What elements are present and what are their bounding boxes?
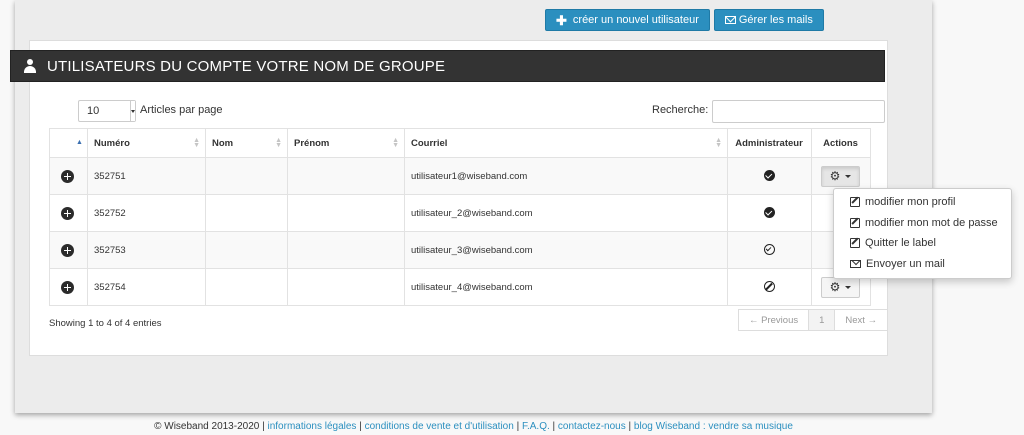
top-actions: ✚ créer un nouvel utilisateur Gérer les … <box>545 9 824 31</box>
envelope-icon <box>724 16 736 24</box>
menu-item-send-mail[interactable]: Envoyer un mail <box>834 254 1011 275</box>
cell-numero: 352754 <box>87 268 206 306</box>
cell-nom <box>205 268 288 306</box>
menu-item-edit-password[interactable]: modifier mon mot de passe <box>834 213 1011 234</box>
column-header-courriel[interactable]: Courriel ▲ ▼ <box>404 128 728 158</box>
expand-plus-icon[interactable] <box>61 169 74 183</box>
cell-prenom <box>287 268 405 306</box>
cell-prenom <box>287 231 405 269</box>
manage-mails-label: Gérer les mails <box>738 14 813 26</box>
manage-mails-button[interactable]: Gérer les mails <box>713 9 824 31</box>
expand-plus-icon[interactable] <box>61 243 74 257</box>
menu-item-edit-profile[interactable]: modifier mon profil <box>834 192 1011 213</box>
cell-admin <box>727 194 812 232</box>
footer-link-contact[interactable]: contactez-nous <box>558 421 626 432</box>
sort-icon: ▲ ▼ <box>715 137 722 149</box>
table-row: 352752 utilisateur_2@wiseband.com <box>49 194 871 232</box>
expand-plus-icon[interactable] <box>61 206 74 220</box>
table-row: 352753 utilisateur_3@wiseband.com <box>49 231 871 269</box>
cell-admin <box>727 157 812 195</box>
cell-prenom <box>287 194 405 232</box>
sort-icon: ▲ ▼ <box>275 137 282 149</box>
edit-icon <box>850 238 860 249</box>
check-circle-icon <box>763 207 775 219</box>
column-header-nom[interactable]: Nom ▲ ▼ <box>205 128 288 158</box>
page-length-label: Articles par page <box>140 104 223 116</box>
footer: © Wiseband 2013-2020 | informations léga… <box>154 421 793 432</box>
search-label: Recherche: <box>652 104 709 116</box>
cell-nom <box>205 194 288 232</box>
footer-link-legal[interactable]: informations légales <box>267 421 356 432</box>
menu-item-leave-label[interactable]: Quitter le label <box>834 233 1011 254</box>
table-row: 352754 utilisateur_4@wiseband.com ⚙ <box>49 268 871 306</box>
edit-icon <box>850 217 860 228</box>
envelope-icon <box>850 259 861 268</box>
create-user-button[interactable]: ✚ créer un nouvel utilisateur <box>545 9 710 31</box>
pagination: ← Previous 1 Next → <box>738 309 889 331</box>
page-number-button[interactable]: 1 <box>808 309 836 331</box>
check-outline-icon <box>763 244 775 256</box>
users-table: ▲ Numéro ▲ ▼ Nom ▲ ▼ Prénom ▲ ▼ Courriel ▲ ▼ Adm… <box>49 128 871 306</box>
expand-cell <box>49 268 88 306</box>
expand-cell <box>49 194 88 232</box>
search-input[interactable] <box>712 100 885 123</box>
cell-nom <box>205 157 288 195</box>
footer-copyright: © Wiseband 2013-2020 <box>154 421 260 432</box>
cell-numero: 352753 <box>87 231 206 269</box>
edit-icon <box>850 197 860 208</box>
column-header-actions: Actions <box>811 128 871 158</box>
actions-dropdown-menu: modifier mon profil modifier mon mot de … <box>833 188 1012 279</box>
ban-icon <box>763 281 775 293</box>
previous-page-button[interactable]: ← Previous <box>738 309 810 331</box>
sort-asc-icon: ▲ <box>76 139 83 146</box>
sort-icon: ▲ ▼ <box>193 137 200 149</box>
create-user-label: créer un nouvel utilisateur <box>572 14 699 26</box>
expand-plus-icon[interactable] <box>61 280 74 294</box>
cell-courriel: utilisateur_3@wiseband.com <box>404 231 728 269</box>
check-circle-icon <box>763 170 775 182</box>
cell-nom <box>205 231 288 269</box>
cell-admin <box>727 268 812 306</box>
page-length-select[interactable]: 10 <box>78 100 136 122</box>
caret-down-icon <box>845 285 852 289</box>
page-length-value: 10 <box>87 105 100 117</box>
next-page-button[interactable]: Next → <box>834 309 889 331</box>
expand-column-header[interactable]: ▲ <box>49 128 88 158</box>
sort-icon: ▲ ▼ <box>392 137 399 149</box>
footer-link-blog[interactable]: blog Wiseband : vendre sa musique <box>634 421 793 432</box>
footer-link-faq[interactable]: F.A.Q. <box>522 421 550 432</box>
table-info: Showing 1 to 4 of 4 entries <box>49 318 162 329</box>
table-row: 352751 utilisateur1@wiseband.com ⚙ <box>49 157 871 195</box>
cell-courriel: utilisateur_4@wiseband.com <box>404 268 728 306</box>
column-header-numero[interactable]: Numéro ▲ ▼ <box>87 128 206 158</box>
actions-menu-button[interactable]: ⚙ <box>820 276 861 298</box>
cell-numero: 352751 <box>87 157 206 195</box>
cell-courriel: utilisateur_2@wiseband.com <box>404 194 728 232</box>
table-header-row: ▲ Numéro ▲ ▼ Nom ▲ ▼ Prénom ▲ ▼ Courriel ▲ ▼ Adm… <box>49 128 871 158</box>
actions-menu-button[interactable]: ⚙ <box>820 165 861 187</box>
column-header-prenom[interactable]: Prénom ▲ ▼ <box>287 128 405 158</box>
caret-down-icon <box>845 174 852 178</box>
cell-numero: 352752 <box>87 194 206 232</box>
cell-admin <box>727 231 812 269</box>
cell-courriel: utilisateur1@wiseband.com <box>404 157 728 195</box>
gear-icon: ⚙ <box>829 169 841 183</box>
panel-title: UTILISATEURS DU COMPTE VOTRE NOM DE GROU… <box>47 57 446 75</box>
expand-cell <box>49 157 88 195</box>
footer-link-terms[interactable]: conditions de vente et d'utilisation <box>365 421 514 432</box>
select-caret-icon <box>130 101 135 121</box>
column-header-administrateur: Administrateur <box>727 128 812 158</box>
panel-header: UTILISATEURS DU COMPTE VOTRE NOM DE GROU… <box>10 50 885 82</box>
plus-icon: ✚ <box>556 12 567 28</box>
expand-cell <box>49 231 88 269</box>
gear-icon: ⚙ <box>829 280 841 294</box>
user-icon <box>23 59 37 73</box>
cell-prenom <box>287 157 405 195</box>
